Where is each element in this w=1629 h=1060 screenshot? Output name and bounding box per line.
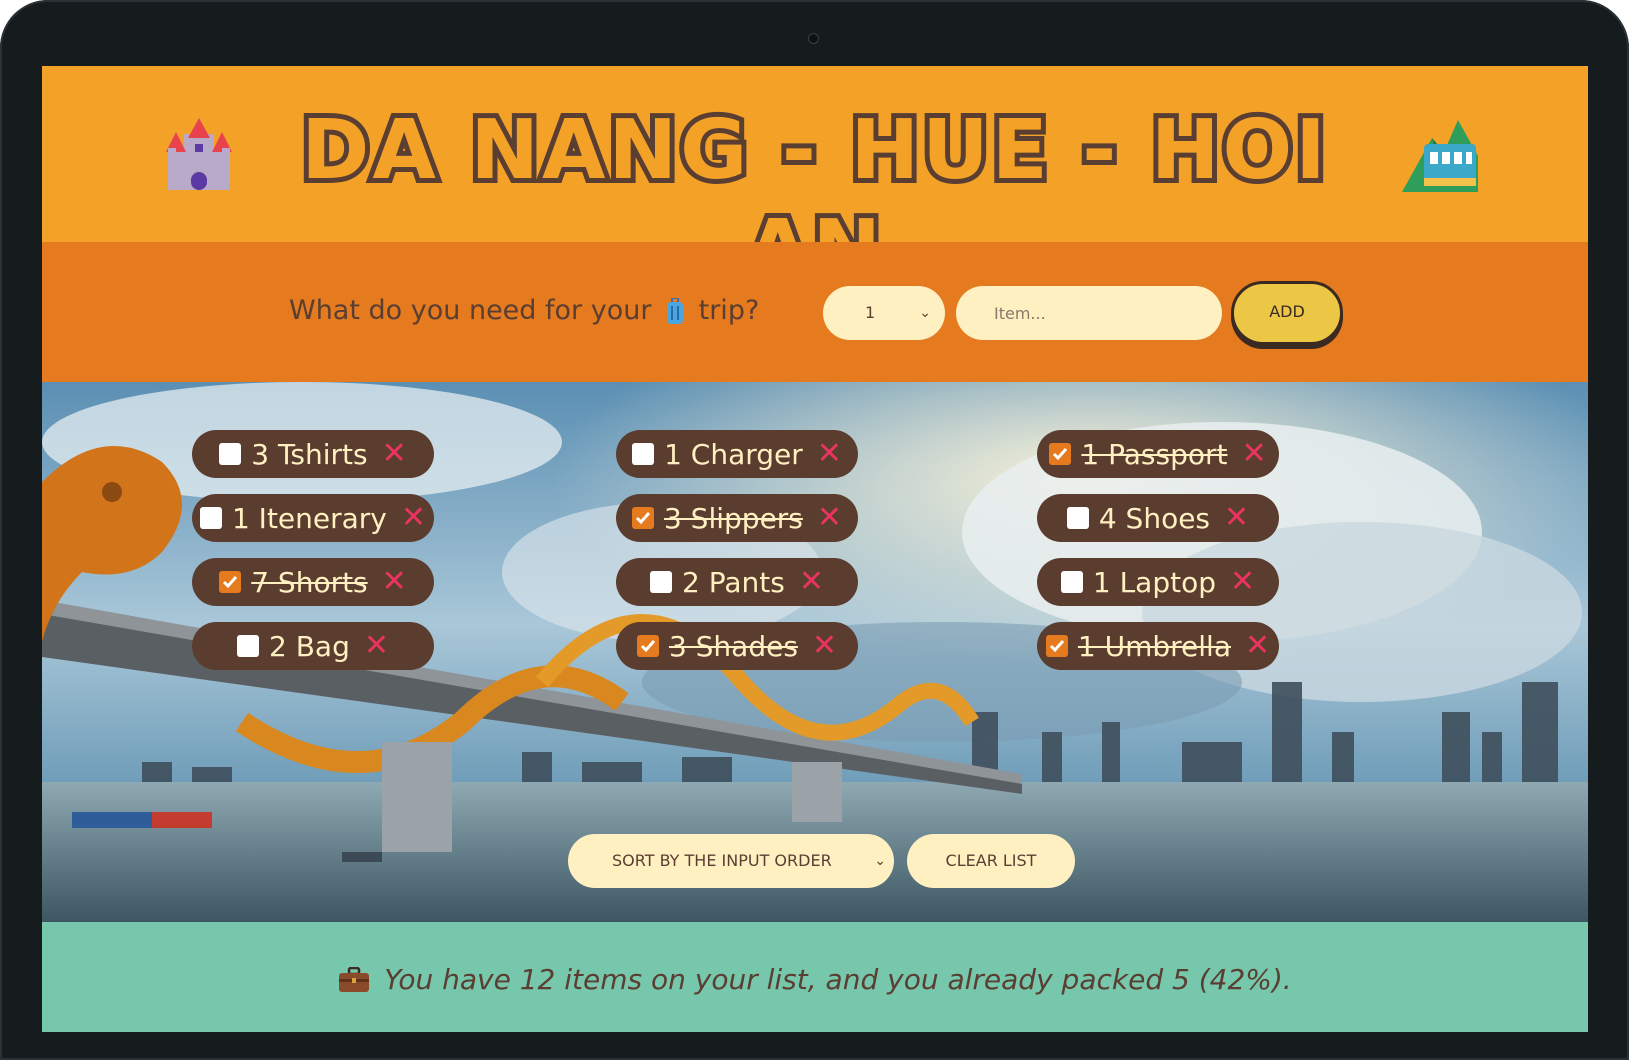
briefcase-icon	[339, 967, 370, 992]
sort-value: SORT BY THE INPUT ORDER	[612, 851, 832, 870]
item-label: 2 Bag	[269, 629, 350, 663]
list-item: 2 Pants ✕	[616, 558, 858, 606]
webcam	[808, 33, 819, 44]
packed-checkbox[interactable]	[219, 443, 242, 465]
packed-checkbox[interactable]	[219, 571, 242, 593]
packed-checkbox[interactable]	[1049, 443, 1072, 465]
form-question: What do you need for your trip?	[289, 290, 759, 332]
delete-icon[interactable]: ✕	[1245, 631, 1270, 661]
delete-icon[interactable]: ✕	[812, 631, 837, 661]
item-label: 1 Itenerary	[231, 501, 387, 535]
packed-checkbox[interactable]	[1060, 571, 1083, 593]
luggage-icon	[667, 297, 684, 324]
chevron-down-icon: ⌄	[874, 853, 886, 869]
delete-icon[interactable]: ✕	[799, 567, 824, 597]
stats-footer: You have 12 items on your list, and you …	[42, 922, 1588, 1032]
item-label: 1 Charger	[664, 437, 803, 471]
checkmark-icon	[1053, 448, 1068, 461]
list-item: 1 Laptop ✕	[1037, 558, 1279, 606]
packed-checkbox[interactable]	[631, 507, 654, 529]
chevron-down-icon: ⌄	[919, 305, 931, 321]
item-input[interactable]	[956, 286, 1222, 340]
delete-icon[interactable]: ✕	[817, 439, 842, 469]
list-item: 7 Shorts ✕	[192, 558, 434, 606]
add-item-form: What do you need for your trip? 1 ⌄ ADD	[42, 242, 1588, 382]
packed-checkbox[interactable]	[1045, 635, 1068, 657]
add-button[interactable]: ADD	[1231, 281, 1343, 345]
list-item: 3 Shades ✕	[616, 622, 858, 670]
checkmark-icon	[640, 640, 656, 653]
stats-line: You have 12 items on your list, and you …	[42, 962, 1588, 998]
app-screen: DA NANG - HUE - HOI AN What do you need …	[42, 66, 1588, 1032]
delete-icon[interactable]: ✕	[382, 567, 407, 597]
list-item: 3 Tshirts ✕	[192, 430, 434, 478]
list-item: 1 Umbrella ✕	[1037, 622, 1279, 670]
item-label: 1 Laptop	[1092, 565, 1216, 599]
item-label: 4 Shoes	[1098, 501, 1211, 535]
app-header: DA NANG - HUE - HOI AN	[42, 66, 1588, 303]
list-item: 3 Slippers ✕	[616, 494, 858, 542]
packed-checkbox[interactable]	[650, 571, 673, 593]
list-item: 2 Bag ✕	[192, 622, 434, 670]
item-label: 3 Tshirts	[251, 437, 368, 471]
delete-icon[interactable]: ✕	[401, 503, 426, 533]
mountain-railway-icon	[1402, 120, 1478, 192]
packed-checkbox[interactable]	[1066, 507, 1089, 529]
delete-icon[interactable]: ✕	[382, 439, 407, 469]
delete-icon[interactable]: ✕	[1224, 503, 1249, 533]
list-item: 1 Itenerary ✕	[192, 494, 434, 542]
list-item: 1 Charger ✕	[616, 430, 858, 478]
delete-icon[interactable]: ✕	[817, 503, 842, 533]
page-title: DA NANG - HUE - HOI AN	[296, 98, 1330, 303]
packed-checkbox[interactable]	[237, 635, 259, 657]
laptop-frame: DA NANG - HUE - HOI AN What do you need …	[0, 0, 1629, 1060]
quantity-value: 1	[865, 303, 876, 322]
clear-list-button[interactable]: CLEAR LIST	[907, 834, 1075, 888]
item-label: 3 Slippers	[663, 501, 803, 535]
item-label: 1 Passport	[1081, 437, 1228, 471]
checkmark-icon	[1049, 640, 1064, 653]
packing-list-area: 3 Tshirts ✕ 1 Itenerary ✕ 7 Shorts ✕ 2 B…	[42, 382, 1588, 922]
checkmark-icon	[635, 512, 651, 525]
delete-icon[interactable]: ✕	[1241, 439, 1266, 469]
item-label: 1 Umbrella	[1077, 629, 1231, 663]
quantity-select[interactable]: 1 ⌄	[823, 286, 945, 340]
delete-icon[interactable]: ✕	[364, 631, 389, 661]
list-item: 4 Shoes ✕	[1037, 494, 1279, 542]
item-label: 7 Shorts	[251, 565, 368, 599]
checkmark-icon	[223, 576, 238, 589]
packed-checkbox[interactable]	[636, 635, 659, 657]
stats-text: You have 12 items on your list, and you …	[384, 963, 1292, 996]
item-label: 3 Shades	[668, 629, 798, 663]
packed-checkbox[interactable]	[632, 443, 655, 465]
sort-select[interactable]: SORT BY THE INPUT ORDER ⌄	[568, 834, 894, 888]
castle-icon	[166, 118, 232, 190]
list-item: 1 Passport ✕	[1037, 430, 1279, 478]
question-suffix: trip?	[698, 295, 760, 326]
packed-checkbox[interactable]	[199, 507, 222, 529]
question-text: What do you need for your	[289, 295, 652, 326]
item-label: 2 Pants	[682, 565, 785, 599]
delete-icon[interactable]: ✕	[1230, 567, 1255, 597]
